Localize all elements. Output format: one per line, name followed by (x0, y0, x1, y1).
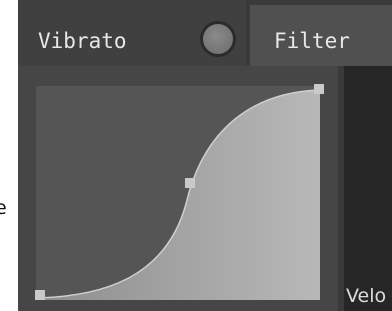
velocity-label: Velo (346, 285, 387, 307)
tab-filter[interactable]: Filter (250, 5, 392, 66)
tab-filter-label: Filter (274, 29, 350, 53)
curve-editor-frame (18, 66, 338, 311)
tab-vibrato-label: Vibrato (38, 29, 127, 53)
curve-end-handle[interactable] (314, 84, 324, 94)
curve-editor[interactable] (35, 84, 324, 300)
right-panel: Velo (344, 66, 392, 311)
curve-mid-handle[interactable] (185, 178, 195, 188)
plugin-panel: Vibrato Filter Velo (18, 0, 392, 311)
curve-start-handle[interactable] (35, 290, 45, 300)
vibrato-toggle[interactable] (200, 21, 236, 57)
curve-fill (38, 90, 320, 300)
cutoff-label-fragment: e (0, 197, 7, 219)
tab-vibrato[interactable]: Vibrato (18, 0, 246, 66)
curve-graph (37, 89, 320, 300)
